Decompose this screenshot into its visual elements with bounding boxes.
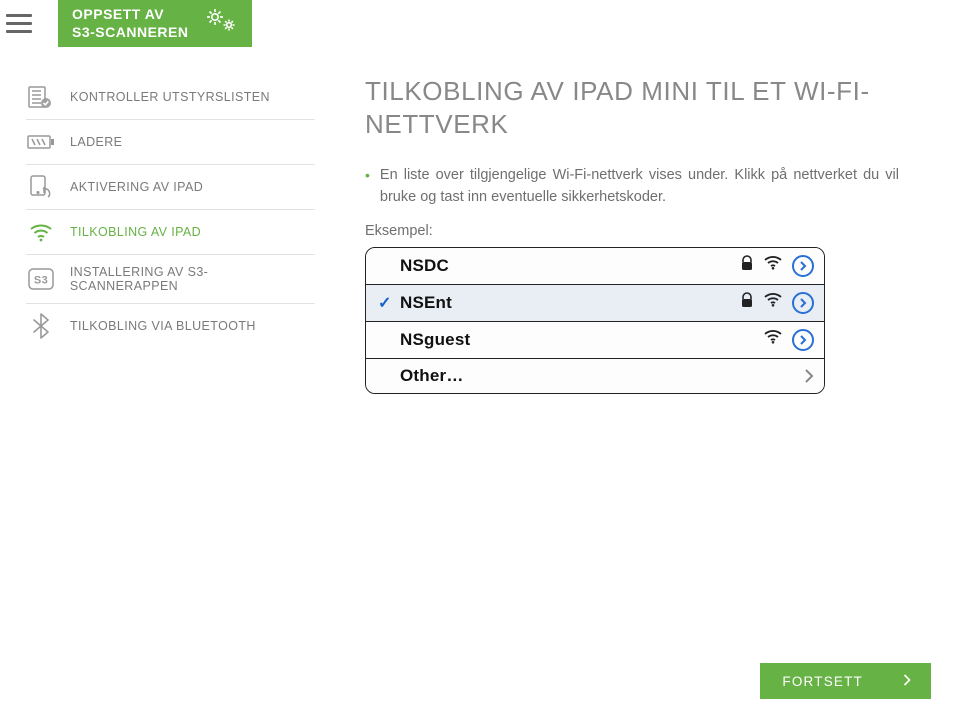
- tablet-touch-icon: [26, 175, 56, 199]
- wifi-icon: [26, 220, 56, 244]
- detail-disclosure-icon[interactable]: [792, 329, 814, 351]
- detail-disclosure-icon[interactable]: [792, 292, 814, 314]
- continue-button[interactable]: FORTSETT: [760, 663, 931, 699]
- wifi-row[interactable]: NSguest: [366, 322, 824, 359]
- lock-icon: [740, 255, 754, 276]
- svg-text:S3: S3: [34, 275, 48, 287]
- app-title-bar: OPPSETT AV S3-SCANNEREN: [58, 0, 252, 47]
- sidebar-item-equipment[interactable]: KONTROLLER UTSTYRSLISTEN: [26, 75, 315, 120]
- wifi-ssid: NSguest: [400, 330, 764, 350]
- lock-icon: [740, 292, 754, 313]
- sidebar-item-label: LADERE: [70, 135, 122, 149]
- sidebar-item-connect-ipad[interactable]: TILKOBLING AV IPAD: [26, 210, 315, 255]
- wifi-row-other[interactable]: Other…: [366, 359, 824, 393]
- wifi-ssid: NSEnt: [400, 293, 740, 313]
- sidebar-item-label: TILKOBLING AV IPAD: [70, 225, 201, 239]
- battery-icon: [26, 130, 56, 154]
- page-title: TILKOBLING AV IPAD MINI TIL ET WI-FI-NET…: [365, 75, 899, 140]
- sidebar-item-install-app[interactable]: S3 INSTALLERING AV S3-SCANNERAPPEN: [26, 255, 315, 304]
- sidebar-item-label: TILKOBLING VIA BLUETOOTH: [70, 319, 256, 333]
- s3-app-icon: S3: [26, 267, 56, 291]
- detail-disclosure-icon[interactable]: [792, 255, 814, 277]
- menu-button[interactable]: [0, 4, 38, 42]
- bullet-icon: •: [365, 164, 370, 209]
- wifi-network-list: NSDC ✓ NSEnt: [365, 247, 825, 394]
- wifi-row[interactable]: NSDC: [366, 248, 824, 285]
- sidebar-item-chargers[interactable]: LADERE: [26, 120, 315, 165]
- wifi-ssid: NSDC: [400, 256, 740, 276]
- bluetooth-icon: [26, 314, 56, 338]
- chevron-right-icon: [903, 673, 911, 689]
- wifi-signal-icon: [764, 256, 782, 275]
- sidebar: KONTROLLER UTSTYRSLISTEN LADERE: [0, 75, 335, 394]
- wifi-ssid: Other…: [400, 366, 804, 386]
- sidebar-item-label: INSTALLERING AV S3-SCANNERAPPEN: [70, 265, 315, 293]
- checklist-icon: [26, 85, 56, 109]
- check-icon: ✓: [378, 293, 400, 313]
- wifi-signal-icon: [764, 293, 782, 312]
- example-label: Eksempel:: [365, 223, 899, 239]
- main-content: TILKOBLING AV IPAD MINI TIL ET WI-FI-NET…: [335, 75, 959, 394]
- sidebar-item-bluetooth[interactable]: TILKOBLING VIA BLUETOOTH: [26, 304, 315, 348]
- sidebar-item-activate-ipad[interactable]: AKTIVERING AV IPAD: [26, 165, 315, 210]
- wifi-signal-icon: [764, 330, 782, 349]
- sidebar-item-label: AKTIVERING AV IPAD: [70, 180, 203, 194]
- gears-icon: [204, 6, 238, 41]
- wifi-row[interactable]: ✓ NSEnt: [366, 285, 824, 322]
- sidebar-item-label: KONTROLLER UTSTYRSLISTEN: [70, 90, 270, 104]
- chevron-right-icon: [804, 369, 814, 383]
- continue-label: FORTSETT: [782, 674, 863, 689]
- app-title: OPPSETT AV S3-SCANNEREN: [72, 6, 188, 41]
- instruction-text: En liste over tilgjengelige Wi-Fi-nettve…: [380, 164, 899, 209]
